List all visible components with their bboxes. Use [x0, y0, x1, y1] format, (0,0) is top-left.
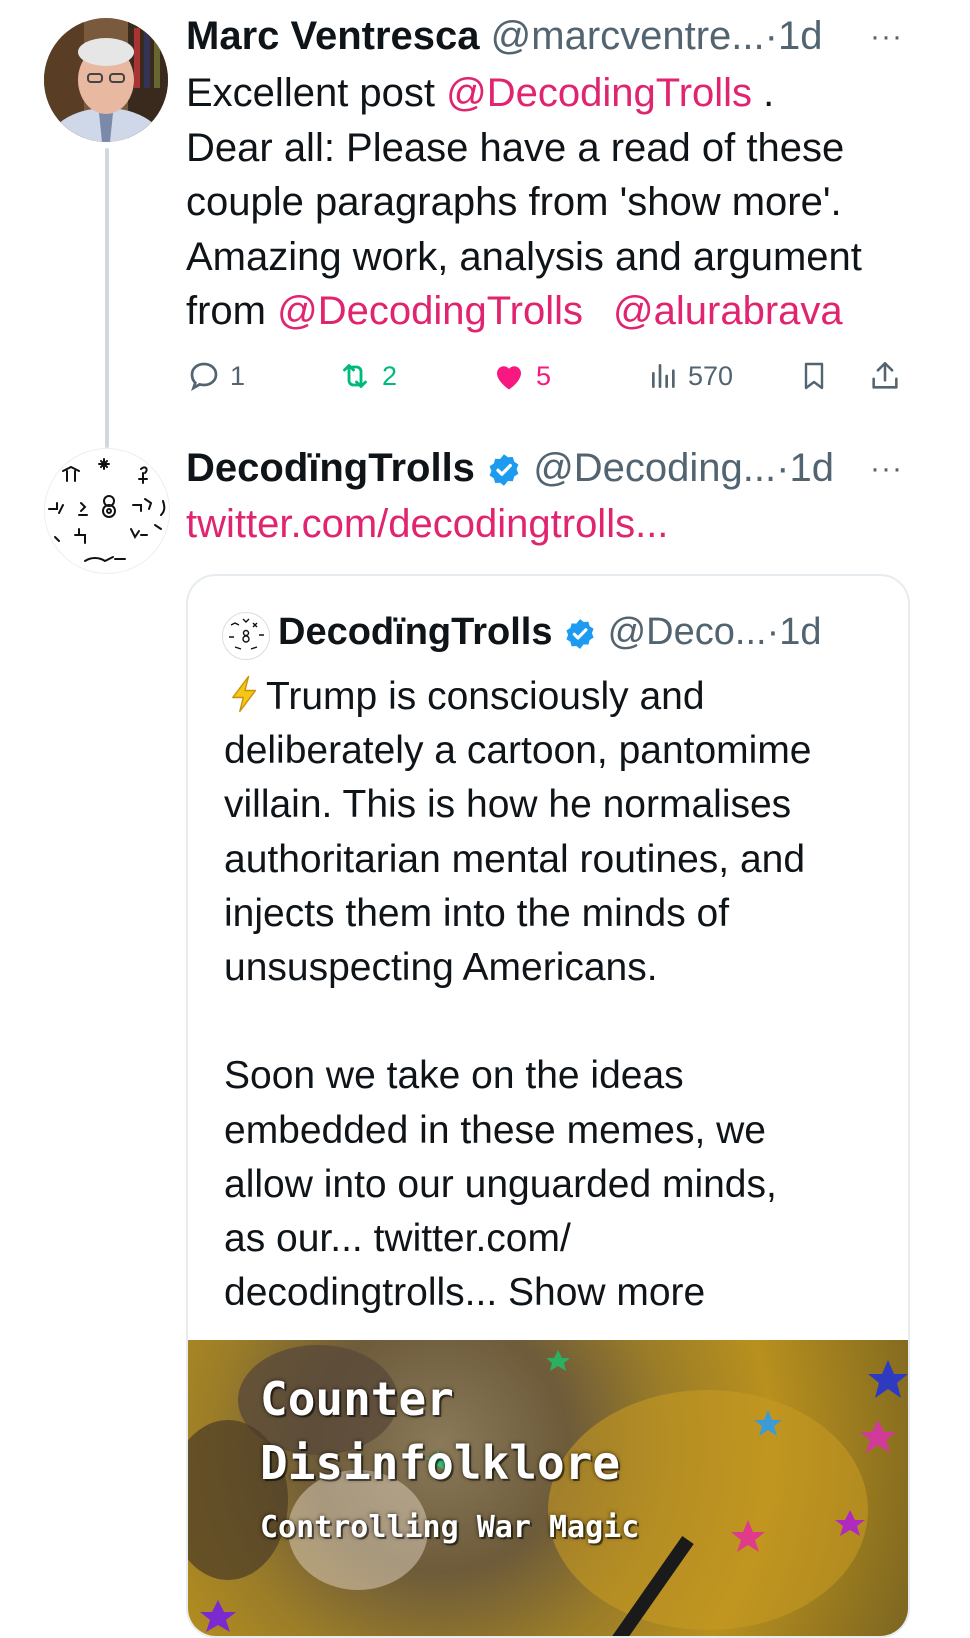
share-button[interactable] [868, 356, 902, 396]
quoted-tweet-card[interactable]: DecodïngTrolls @Deco...·1d Trump is cons… [186, 574, 910, 1638]
tweet1-actions: 1 2 5 570 [186, 356, 916, 396]
quote-author-handle: @Deco... [607, 611, 767, 653]
text-segment: . [752, 71, 775, 115]
petroglyph-logo [48, 458, 166, 562]
avatar-decodingtrolls[interactable] [44, 448, 170, 574]
quote-media-image[interactable]: Counter Disinfolklore Controlling War Ma… [188, 1340, 908, 1636]
profile-photo [44, 18, 168, 142]
tweet2-header: DecodïngTrolls @Decoding...·1d [186, 444, 834, 492]
mention-link[interactable]: @alurabrava [613, 289, 843, 333]
more-options-icon[interactable]: ··· [870, 452, 903, 486]
url-link[interactable]: twitter.com/decodingtrolls... [186, 502, 668, 546]
quote-line: unsuspecting Americans. [224, 946, 658, 990]
text-line: Amazing work, analysis and argument [186, 234, 862, 279]
quote-line-show-more[interactable]: decodingtrolls... Show more [224, 1266, 894, 1320]
views-count: 570 [688, 360, 734, 391]
separator-dot: · [776, 446, 790, 490]
bookmark-button[interactable] [798, 356, 830, 396]
tweet1-header: Marc Ventresca @marcventre...·1d [186, 12, 822, 60]
timestamp[interactable]: 1d [789, 446, 834, 490]
quote-header: DecodïngTrolls @Deco...·1d [278, 608, 822, 656]
media-title-disinfolklore: Disinfolklore [260, 1436, 621, 1490]
separator-dot: · [766, 611, 780, 653]
quote-line: authoritarian mental routines, and [224, 837, 806, 881]
mention-link[interactable]: @DecodingTrolls [277, 289, 583, 333]
quote-line: embedded in these memes, we [224, 1108, 766, 1152]
quote-author-name: DecodïngTrolls [278, 611, 553, 653]
quote-avatar [222, 612, 270, 660]
quote-line: Trump is consciously and [266, 675, 705, 718]
like-count: 5 [536, 360, 552, 391]
media-subtitle: Controlling War Magic [260, 1510, 640, 1545]
petroglyph-logo [229, 618, 264, 650]
author-handle[interactable]: @Decoding... [533, 446, 776, 490]
quote-line: deliberately a cartoon, pantomime [224, 729, 812, 773]
thread-line [105, 148, 109, 448]
bookmark-icon [804, 362, 824, 390]
share-icon [872, 361, 898, 389]
mention-link[interactable]: @DecodingTrolls [446, 71, 752, 115]
retweet-button[interactable]: 2 [336, 356, 397, 396]
quote-line: villain. This is how he normalises [224, 783, 792, 827]
quote-text: Trump is consciously and deliberately a … [224, 670, 894, 1320]
separator-dot: · [764, 14, 778, 58]
media-title-counter: Counter [260, 1372, 454, 1426]
tweet2-text: twitter.com/decodingtrolls... [186, 497, 668, 552]
quote-line: injects them into the minds of [224, 891, 730, 935]
views-icon [652, 364, 675, 388]
quote-line: Soon we take on the ideas [224, 1054, 684, 1098]
quote-line: allow into our unguarded minds, [224, 1162, 777, 1206]
verified-badge-icon [489, 454, 519, 487]
views-button[interactable]: 570 [648, 356, 733, 396]
quote-timestamp: 1d [779, 611, 822, 653]
author-name[interactable]: Marc Ventresca [186, 14, 480, 58]
avatar-marc-ventresca[interactable] [44, 18, 168, 142]
like-button[interactable]: 5 [490, 356, 551, 396]
text-line: couple paragraphs from 'show more'. [186, 180, 842, 224]
timestamp[interactable]: 1d [778, 14, 823, 58]
text-segment: from [186, 289, 278, 333]
text-segment: Excellent post [186, 71, 447, 115]
text-line: Dear all: Please have a read of these [186, 125, 845, 170]
verified-badge-icon [566, 619, 594, 649]
quote-line: as our... twitter.com/ [224, 1217, 571, 1261]
reply-icon [190, 362, 218, 392]
lightning-icon [232, 675, 257, 713]
author-handle[interactable]: @marcventre... [491, 14, 765, 58]
author-name[interactable]: DecodïngTrolls [186, 446, 475, 490]
retweet-icon [343, 364, 367, 388]
reply-button[interactable]: 1 [186, 356, 245, 396]
more-options-icon[interactable]: ··· [870, 20, 903, 54]
heart-icon [497, 366, 521, 390]
tweet1-text: Excellent post @DecodingTrolls . Dear al… [186, 66, 862, 339]
retweet-count: 2 [382, 360, 398, 391]
reply-count: 1 [230, 360, 246, 391]
